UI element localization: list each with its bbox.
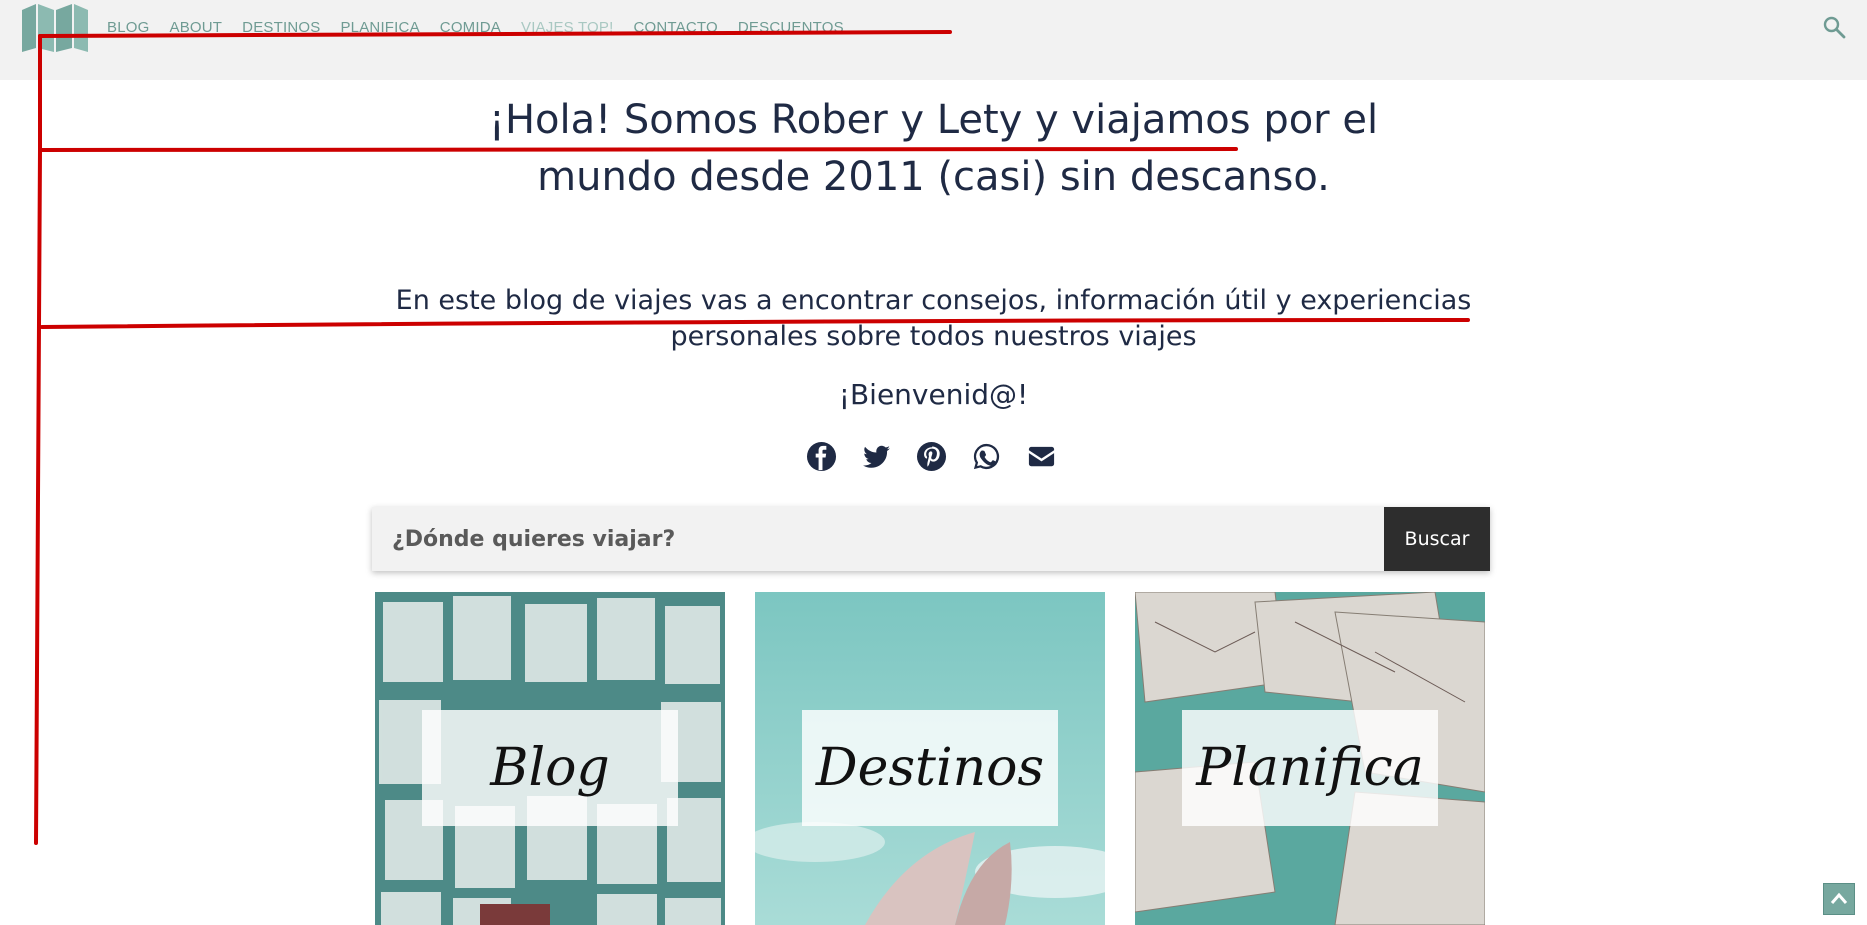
nav-destinos[interactable]: DESTINOS	[242, 19, 320, 36]
email-icon[interactable]	[1026, 441, 1057, 472]
search-button[interactable]: Buscar	[1384, 507, 1490, 571]
nav-about[interactable]: ABOUT	[169, 19, 222, 36]
destination-search-input[interactable]	[372, 507, 1384, 571]
hero-title-line-2: mundo desde 2011 (casi) sin descanso.	[537, 154, 1330, 200]
nav-blog[interactable]: BLOG	[107, 19, 149, 36]
whatsapp-icon[interactable]	[971, 441, 1002, 472]
card-blog[interactable]: Blog	[375, 592, 725, 925]
card-destinos[interactable]: Destinos	[755, 592, 1105, 925]
hero-title-line-1: ¡Hola! Somos Rober y Lety y viajamos por…	[488, 97, 1379, 143]
search-icon[interactable]	[1822, 15, 1846, 39]
nav-planifica[interactable]: PLANIFICA	[340, 19, 419, 36]
nav-viajes-top[interactable]: VIAJES TOP!	[521, 19, 614, 36]
card-destinos-label: Destinos	[802, 710, 1058, 826]
nav-contacto[interactable]: CONTACTO	[634, 19, 718, 36]
card-planifica[interactable]: Planifica	[1135, 592, 1485, 925]
nav-descuentos[interactable]: DESCUENTOS	[738, 19, 844, 36]
main-nav: BLOG ABOUT DESTINOS PLANIFICA COMIDA VIA…	[107, 19, 864, 36]
map-logo-icon[interactable]	[22, 4, 88, 52]
nav-comida[interactable]: COMIDA	[440, 19, 501, 36]
welcome-text: ¡Bienvenid@!	[838, 378, 1029, 411]
social-share-bar	[806, 441, 1057, 472]
scroll-to-top-button[interactable]	[1823, 883, 1855, 915]
card-blog-label: Blog	[422, 710, 678, 826]
pinterest-icon[interactable]	[916, 441, 947, 472]
twitter-icon[interactable]	[861, 441, 892, 472]
destination-search: Buscar	[372, 507, 1490, 571]
hero-subtitle-line-2: personales sobre todos nuestros viajes	[670, 321, 1197, 352]
card-planifica-label: Planifica	[1182, 710, 1438, 826]
site-header: BLOG ABOUT DESTINOS PLANIFICA COMIDA VIA…	[0, 0, 1867, 80]
hero-title: ¡Hola! Somos Rober y Lety y viajamos por…	[0, 92, 1867, 206]
hero-subtitle: En este blog de viajes vas a encontrar c…	[0, 283, 1867, 355]
facebook-icon[interactable]	[806, 441, 837, 472]
chevron-up-icon	[1830, 892, 1848, 904]
hero-subtitle-line-1: En este blog de viajes vas a encontrar c…	[395, 285, 1472, 316]
